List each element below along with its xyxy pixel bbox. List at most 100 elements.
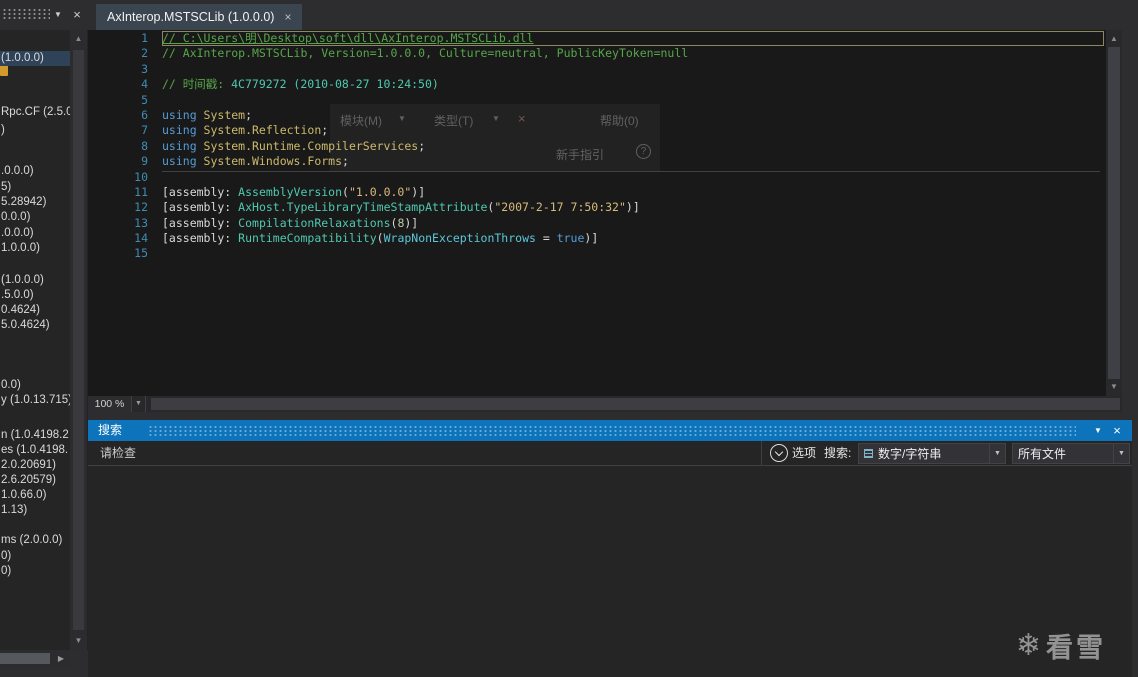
document-tab-bar: AxInterop.MSTSCLib (1.0.0.0) × <box>88 0 1138 30</box>
panel-grip[interactable] <box>2 8 50 21</box>
code-line[interactable]: using System.Reflection; <box>162 123 1104 138</box>
assembly-explorer-header: ▼ × <box>0 0 88 30</box>
code-line[interactable]: [assembly: AxHost.TypeLibraryTimeStampAt… <box>162 200 1104 215</box>
code-row: 4 // 时间戳: 4C779272 (2010-08-27 10:24:50) <box>88 77 1104 92</box>
code-token: using <box>162 138 204 153</box>
code-line[interactable] <box>162 93 1104 108</box>
code-line[interactable]: [assembly: AssemblyVersion("1.0.0.0")] <box>162 185 1104 200</box>
tree-item[interactable]: 5.0.4624) <box>1 318 50 333</box>
line-number: 13 <box>134 215 148 230</box>
code-line[interactable]: using System.Windows.Forms; <box>162 154 1104 169</box>
search-collapse-button[interactable]: ▼ <box>1090 420 1106 441</box>
tree-item[interactable]: 5) <box>1 180 11 195</box>
code-line[interactable]: using System; <box>162 108 1104 123</box>
tree-item[interactable]: 1.0.0.0) <box>1 241 40 256</box>
scroll-up-button[interactable]: ▲ <box>70 32 87 46</box>
code-token: ; <box>321 123 329 138</box>
code-row: 13 [assembly: CompilationRelaxations(8)] <box>88 216 1104 231</box>
tree-item[interactable]: ) <box>1 123 5 138</box>
code-line[interactable]: [assembly: CompilationRelaxations(8)] <box>162 216 1104 231</box>
code-line[interactable] <box>162 246 1104 261</box>
kanxue-watermark: ❄ 看雪 <box>1016 626 1106 665</box>
tab-axinterop-mstsclib[interactable]: AxInterop.MSTSCLib (1.0.0.0) × <box>96 4 303 30</box>
code-token: )] <box>584 231 599 246</box>
tree-item[interactable]: (1.0.0.0) <box>1 273 44 288</box>
tree-item[interactable]: Rpc.CF (2.5.0 <box>1 105 70 120</box>
code-line[interactable] <box>162 170 1104 185</box>
line-number: 1 <box>141 31 148 45</box>
tree-item[interactable]: y (1.0.13.715) <box>1 393 70 408</box>
value-type-dropdown[interactable]: 数字/字符串 ▼ <box>858 443 1006 464</box>
scroll-up-button[interactable]: ▲ <box>1106 32 1122 46</box>
sidebar-horizontal-scrollbar[interactable]: ▶ <box>0 650 70 667</box>
tree-item[interactable]: 0.4624) <box>1 303 40 318</box>
tree-item[interactable]: .0.0.0) <box>1 226 34 241</box>
code-editor[interactable]: 1 // C:\Users\明\Desktop\soft\dll\AxIntero… <box>88 30 1106 396</box>
scroll-right-button[interactable]: ▶ <box>54 650 68 667</box>
tree-item[interactable]: 1.0.66.0) <box>1 488 46 503</box>
code-token: using <box>162 107 204 122</box>
code-token: AxHost.TypeLibraryTimeStampAttribute <box>238 200 488 215</box>
tab-close-icon[interactable]: × <box>284 10 291 24</box>
tree-item[interactable]: 2.0.20691) <box>1 458 56 473</box>
tree-item[interactable]: 1.13) <box>1 503 27 518</box>
tree-item[interactable]: 5.28942) <box>1 195 46 210</box>
line-number: 3 <box>141 61 148 76</box>
code-row: 14 [assembly: RuntimeCompatibility(WrapNo… <box>88 231 1104 246</box>
tree-item[interactable]: 0) <box>1 564 11 579</box>
tree-item[interactable]: ms (2.0.0.0) <box>1 533 62 548</box>
snowflake-icon: ❄ <box>1015 628 1041 662</box>
code-token: true <box>556 231 585 246</box>
code-line[interactable]: // AxInterop.MSTSCLib, Version=1.0.0.0, … <box>162 46 1104 61</box>
scroll-thumb[interactable] <box>1108 47 1120 379</box>
tree-item[interactable]: es (1.0.4198. <box>1 443 68 458</box>
tree-item[interactable]: n (1.0.4198.2 <box>1 428 69 443</box>
search-panel-titlebar: 搜索 ▼ × <box>88 420 1132 441</box>
tree-item[interactable]: 0.0) <box>1 378 21 393</box>
editor-vertical-scrollbar[interactable]: ▲ ▼ <box>1106 30 1122 396</box>
options-expander-icon[interactable] <box>770 444 788 462</box>
tree-item[interactable]: (1.0.0.0) <box>0 51 70 66</box>
code-row: 5 <box>88 93 1104 108</box>
tree-item[interactable]: 0) <box>1 549 11 564</box>
code-line[interactable] <box>162 62 1104 77</box>
code-line[interactable]: // C:\Users\明\Desktop\soft\dll\AxInterop… <box>162 31 1104 46</box>
search-filter-input[interactable]: 请检查 <box>88 441 762 466</box>
dropdown-caret-icon[interactable]: ▼ <box>1113 444 1129 463</box>
code-line[interactable]: // 时间戳: 4C779272 (2010-08-27 10:24:50) <box>162 77 1104 92</box>
tab-label: AxInterop.MSTSCLib (1.0.0.0) <box>107 10 275 24</box>
code-token: RuntimeCompatibility <box>238 231 377 246</box>
tree-item[interactable]: .0.0.0) <box>1 164 34 179</box>
horizontal-scroll-track[interactable] <box>146 396 1122 412</box>
code-token: System.Runtime.CompilerServices <box>203 138 419 153</box>
tree-item[interactable]: 2.6.20579) <box>1 473 56 488</box>
code-lines: 1 // C:\Users\明\Desktop\soft\dll\AxIntero… <box>88 31 1104 262</box>
scroll-down-button[interactable]: ▼ <box>1106 380 1122 394</box>
line-number: 7 <box>141 123 148 138</box>
file-scope-dropdown[interactable]: 所有文件 ▼ <box>1012 443 1130 464</box>
search-panel-grip[interactable] <box>148 425 1076 437</box>
search-close-button[interactable]: × <box>1108 420 1126 441</box>
scroll-thumb[interactable] <box>0 653 50 664</box>
scroll-thumb[interactable] <box>73 50 84 630</box>
code-token: [assembly: <box>162 231 239 246</box>
dropdown-caret-icon[interactable]: ▼ <box>989 444 1005 463</box>
code-token: 4C779272 (2010-08-27 10:24:50) <box>231 77 439 92</box>
code-row: 12 [assembly: AxHost.TypeLibraryTimeStamp… <box>88 200 1104 215</box>
sidebar-vertical-scrollbar[interactable]: ▲ ▼ <box>70 30 88 650</box>
code-line[interactable]: [assembly: RuntimeCompatibility(WrapNonE… <box>162 231 1104 246</box>
tree-item[interactable]: .5.0.0) <box>1 288 34 303</box>
zoom-dropdown-button[interactable]: ▼ <box>132 396 146 412</box>
panel-collapse-button[interactable]: ▼ <box>50 0 66 30</box>
line-number: 14 <box>134 231 148 246</box>
code-row: 10 <box>88 170 1104 185</box>
code-token: ; <box>245 107 253 122</box>
tree-item[interactable]: 0.0.0) <box>1 210 30 225</box>
zoom-level[interactable]: 100 % <box>88 396 132 412</box>
scroll-down-button[interactable]: ▼ <box>70 634 87 648</box>
code-line[interactable]: using System.Runtime.CompilerServices; <box>162 139 1104 154</box>
line-number: 5 <box>141 92 148 107</box>
panel-close-button[interactable]: × <box>68 0 86 30</box>
scroll-thumb[interactable] <box>151 398 1120 410</box>
code-row: 2 // AxInterop.MSTSCLib, Version=1.0.0.0,… <box>88 46 1104 61</box>
